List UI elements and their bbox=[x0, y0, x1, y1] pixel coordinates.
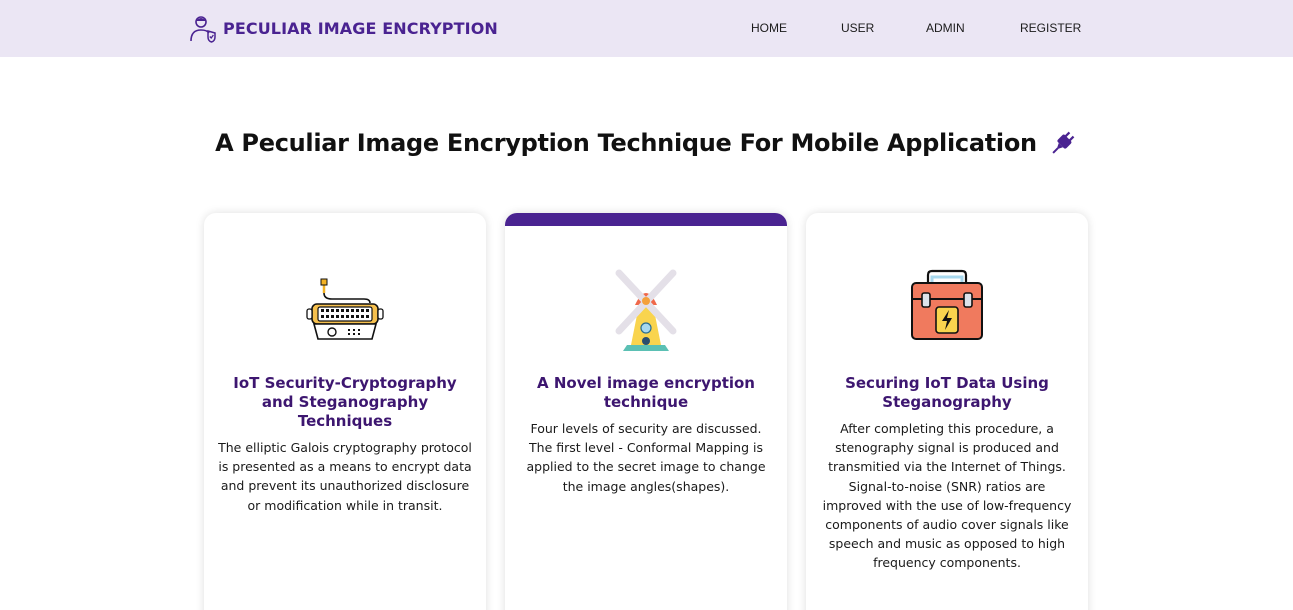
card-description: The elliptic Galois cryptography protoco… bbox=[218, 440, 472, 513]
feature-card-steganography: Securing IoT Data Using Steganography Af… bbox=[806, 213, 1088, 610]
feature-card-iot-security: IoT Security-Cryptography and Steganogra… bbox=[204, 213, 486, 610]
plug-icon bbox=[1052, 131, 1075, 154]
hero-section: A Peculiar Image Encryption Technique Fo… bbox=[0, 128, 1293, 158]
feature-card-image-encryption: A Novel image encryption technique Four … bbox=[505, 213, 787, 610]
card-title: Securing IoT Data Using Steganography bbox=[845, 374, 1049, 411]
card-title: IoT Security-Cryptography and Steganogra… bbox=[233, 374, 457, 430]
windmill-icon bbox=[615, 269, 677, 351]
user-shield-icon bbox=[190, 16, 216, 43]
nav-admin[interactable]: ADMIN bbox=[926, 21, 965, 35]
card-title: A Novel image encryption technique bbox=[537, 374, 755, 411]
card-description: Four levels of security are discussed. T… bbox=[526, 421, 766, 494]
nav-user[interactable]: USER bbox=[841, 21, 874, 35]
keyboard-icon bbox=[306, 278, 384, 340]
card-accent-bar bbox=[505, 213, 787, 226]
toolbox-icon bbox=[911, 269, 983, 340]
page-title: A Peculiar Image Encryption Technique Fo… bbox=[215, 129, 1037, 157]
brand-name: PECULIAR IMAGE ENCRYPTION bbox=[223, 18, 498, 38]
nav-home[interactable]: HOME bbox=[751, 21, 787, 35]
brand[interactable]: PECULIAR IMAGE ENCRYPTION bbox=[188, 12, 498, 44]
card-description: After completing this procedure, a steno… bbox=[822, 421, 1072, 571]
navbar: PECULIAR IMAGE ENCRYPTION HOME USER ADMI… bbox=[0, 0, 1293, 57]
nav-register[interactable]: REGISTER bbox=[1020, 21, 1081, 35]
